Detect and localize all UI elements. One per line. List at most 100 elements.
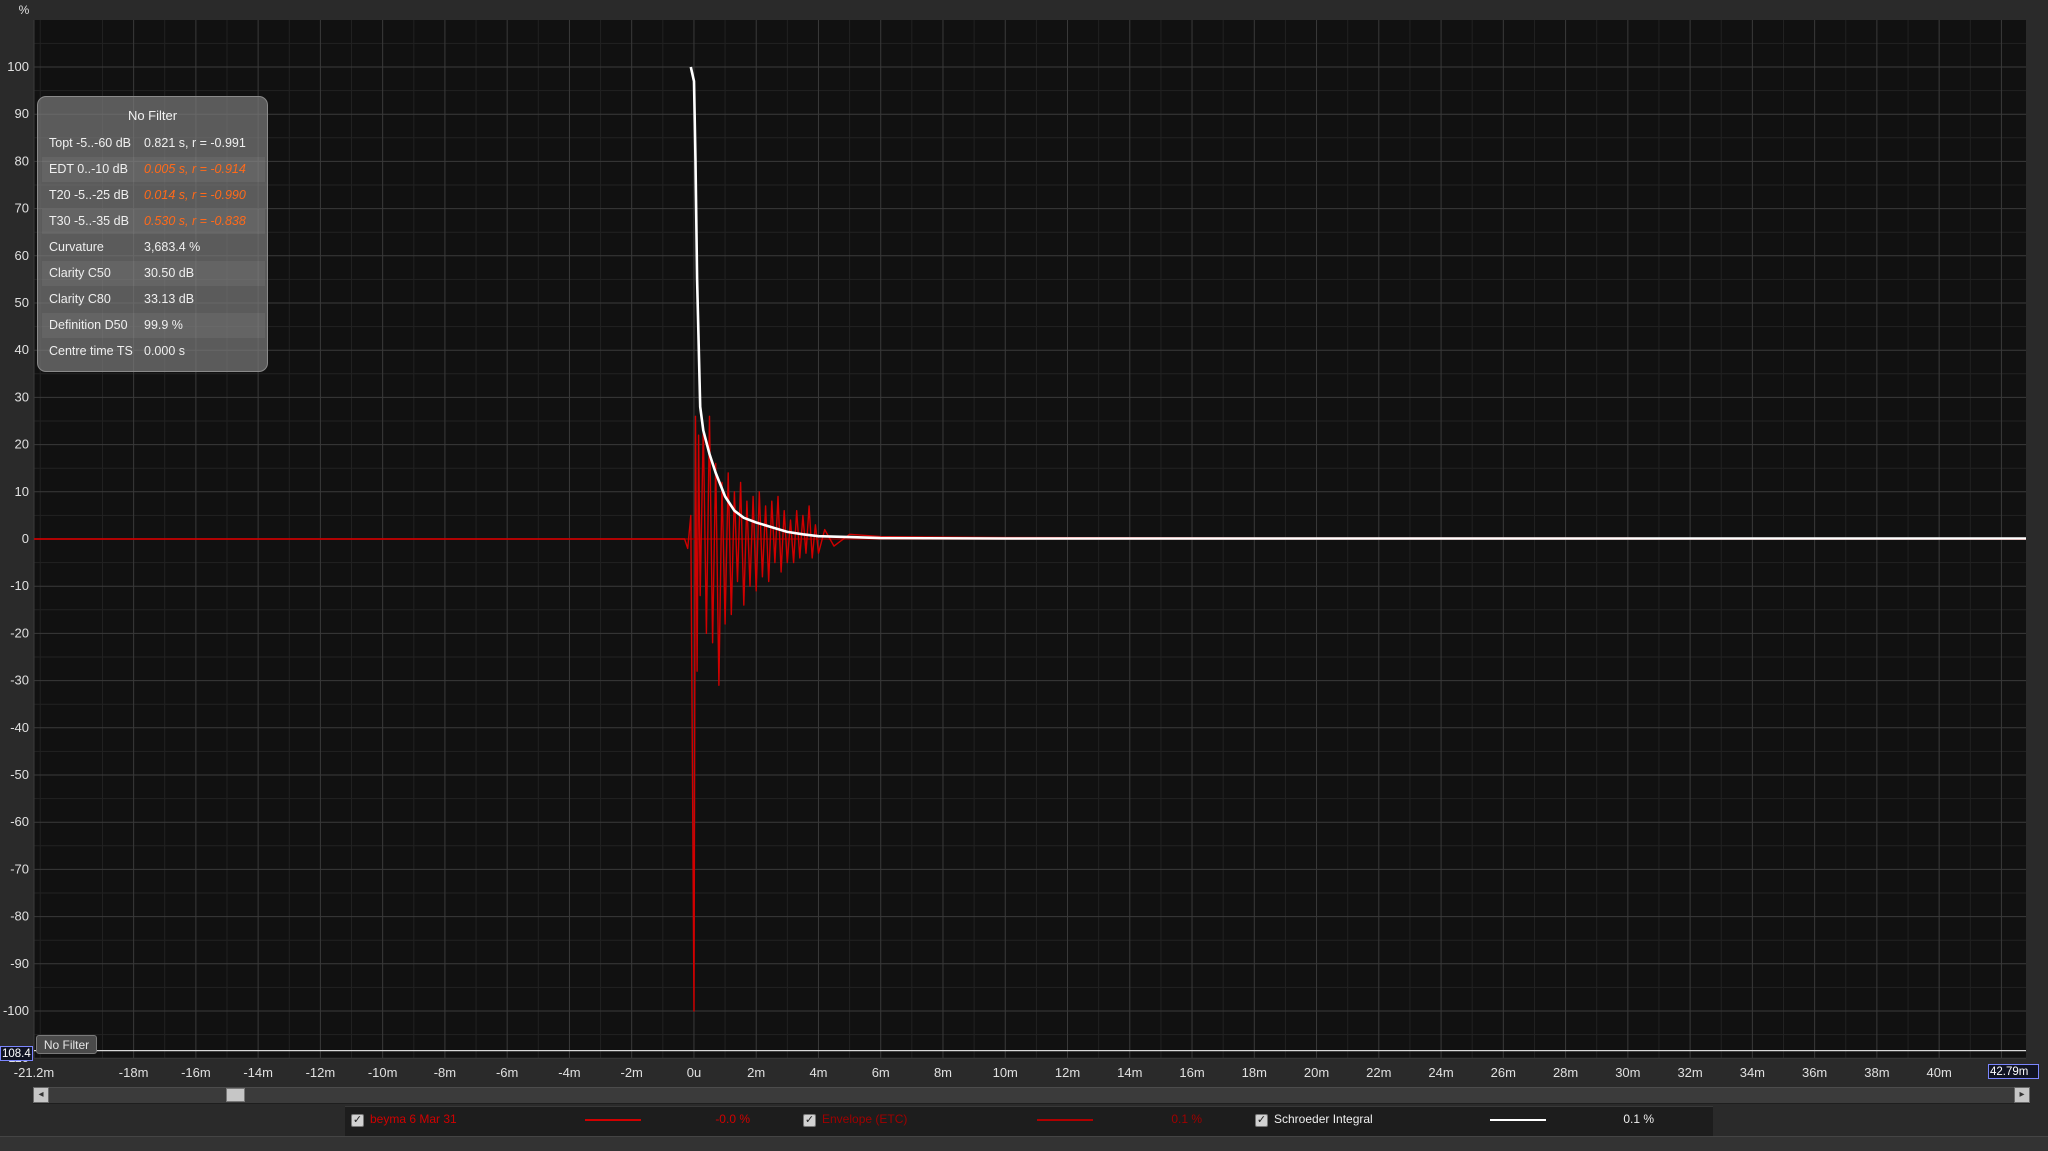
legend-checkbox-impulse[interactable]: ✓	[351, 1114, 364, 1127]
x-tick-label: 36m	[1802, 1065, 1827, 1080]
y-tick-label: 50	[15, 295, 29, 310]
x-tick-label: 34m	[1740, 1065, 1765, 1080]
y-tick-label: 100	[7, 59, 29, 74]
y-tick-label: 60	[15, 248, 29, 263]
scroll-right-icon[interactable]: ▸	[2014, 1087, 2030, 1103]
y-unit-label: %	[19, 3, 30, 17]
metric-value: 0.530 s, r = -0.838	[144, 214, 246, 228]
legend-name-schroeder: Schroeder Integral	[1274, 1112, 1373, 1126]
legend-checkbox-schroeder[interactable]: ✓	[1255, 1114, 1268, 1127]
x-tick-label: 26m	[1491, 1065, 1516, 1080]
filter-tag[interactable]: No Filter	[36, 1035, 97, 1054]
x-tick-label: 30m	[1615, 1065, 1640, 1080]
x-tick-label: 18m	[1242, 1065, 1267, 1080]
x-tick-label: 16m	[1179, 1065, 1204, 1080]
x-tick-label: 40m	[1926, 1065, 1951, 1080]
legend-swatch-envelope	[1037, 1119, 1093, 1121]
x-tick-label: 2m	[747, 1065, 765, 1080]
x-tick-label: -16m	[181, 1065, 211, 1080]
metric-row-t30: T30 -5..-35 dB 0.530 s, r = -0.838	[42, 209, 265, 234]
decay-metrics-panel[interactable]: No Filter Topt -5..-60 dB 0.821 s, r = -…	[37, 96, 268, 372]
legend-name-impulse: beyma 6 Mar 31	[370, 1112, 457, 1126]
x-tick-label: -4m	[558, 1065, 580, 1080]
metric-label: Clarity C50	[49, 266, 111, 280]
y-tick-label: 20	[15, 437, 29, 452]
legend-name-envelope: Envelope (ETC)	[822, 1112, 908, 1126]
metric-label: EDT 0..-10 dB	[49, 162, 128, 176]
metric-value: 99.9 %	[144, 318, 183, 332]
x-tick-label: -10m	[368, 1065, 398, 1080]
x-tick-label: 6m	[872, 1065, 890, 1080]
y-tick-label: -60	[10, 814, 29, 829]
x-tick-label: 14m	[1117, 1065, 1142, 1080]
y-tick-label: -70	[10, 861, 29, 876]
metric-label: T20 -5..-25 dB	[49, 188, 129, 202]
metric-label: Topt -5..-60 dB	[49, 136, 131, 150]
y-tick-label: 10	[15, 484, 29, 499]
x-tick-label: 20m	[1304, 1065, 1329, 1080]
metric-row-t20: T20 -5..-25 dB 0.014 s, r = -0.990	[42, 183, 265, 208]
x-tick-label: 4m	[809, 1065, 827, 1080]
x-tick-label: 32m	[1677, 1065, 1702, 1080]
y-tick-label: -90	[10, 956, 29, 971]
metric-value: 0.014 s, r = -0.990	[144, 188, 246, 202]
y-tick-label: 0	[22, 531, 29, 546]
y-min-range-label[interactable]: 108.4	[0, 1046, 33, 1061]
legend-value-schroeder: 0.1 %	[1623, 1112, 1654, 1126]
y-tick-label: 40	[15, 342, 29, 357]
metric-label: Clarity C80	[49, 292, 111, 306]
metric-row-c80: Clarity C80 33.13 dB	[42, 287, 265, 312]
x-tick-label: 38m	[1864, 1065, 1889, 1080]
metric-value: 30.50 dB	[144, 266, 195, 280]
x-tick-label: 10m	[993, 1065, 1018, 1080]
x-max-range-label[interactable]: 42.79m	[1988, 1064, 2039, 1079]
metric-row-edt: EDT 0..-10 dB 0.005 s, r = -0.914	[42, 157, 265, 182]
y-tick-label: 90	[15, 106, 29, 121]
y-tick-label: -30	[10, 673, 29, 688]
y-tick-label: 70	[15, 201, 29, 216]
legend-value-envelope: 0.1 %	[1171, 1112, 1202, 1126]
legend-swatch-schroeder	[1490, 1119, 1546, 1121]
metric-label: Curvature	[49, 240, 104, 254]
metric-row-curvature: Curvature 3,683.4 %	[42, 235, 265, 260]
x-tick-label: -21.2m	[14, 1065, 54, 1080]
metric-row-d50: Definition D50 99.9 %	[42, 313, 265, 338]
x-tick-label: 12m	[1055, 1065, 1080, 1080]
x-tick-label: 24m	[1428, 1065, 1453, 1080]
y-tick-label: -20	[10, 625, 29, 640]
x-tick-label: 22m	[1366, 1065, 1391, 1080]
panel-title: No Filter	[127, 108, 178, 123]
x-tick-label: -8m	[434, 1065, 456, 1080]
x-tick-label: -2m	[620, 1065, 642, 1080]
metric-row-c50: Clarity C50 30.50 dB	[42, 261, 265, 286]
metric-label: T30 -5..-35 dB	[49, 214, 129, 228]
y-tick-label: -80	[10, 909, 29, 924]
metric-label: Definition D50	[49, 318, 128, 332]
metric-value: 0.821 s, r = -0.991	[144, 136, 246, 150]
scroll-left-icon[interactable]: ◂	[33, 1087, 49, 1103]
x-tick-label: 28m	[1553, 1065, 1578, 1080]
x-tick-label: -6m	[496, 1065, 518, 1080]
y-tick-label: -10	[10, 578, 29, 593]
metric-value: 0.005 s, r = -0.914	[144, 162, 246, 176]
x-tick-label: -12m	[306, 1065, 336, 1080]
metric-value: 0.000 s	[144, 344, 186, 358]
x-tick-label: -14m	[243, 1065, 273, 1080]
y-tick-label: 30	[15, 389, 29, 404]
status-strip	[0, 1136, 2048, 1151]
metric-value: 33.13 dB	[144, 292, 195, 306]
y-tick-label: 80	[15, 153, 29, 168]
legend-value-impulse: -0.0 %	[715, 1112, 750, 1126]
y-tick-label: -40	[10, 720, 29, 735]
scrollbar-thumb[interactable]	[226, 1088, 245, 1102]
metric-row-topt: Topt -5..-60 dB 0.821 s, r = -0.991	[42, 131, 265, 156]
legend-checkbox-envelope[interactable]: ✓	[803, 1114, 816, 1127]
metric-value: 3,683.4 %	[144, 240, 201, 254]
horizontal-scrollbar[interactable]	[33, 1087, 2030, 1104]
x-tick-label: 0u	[687, 1065, 701, 1080]
impulse-response-chart[interactable]: 1009080706050403020100-10-20-30-40-50-60…	[0, 0, 2048, 1150]
y-tick-label: -50	[10, 767, 29, 782]
legend-swatch-impulse	[585, 1119, 641, 1121]
legend-bar	[345, 1106, 1713, 1138]
x-tick-label: -18m	[119, 1065, 149, 1080]
